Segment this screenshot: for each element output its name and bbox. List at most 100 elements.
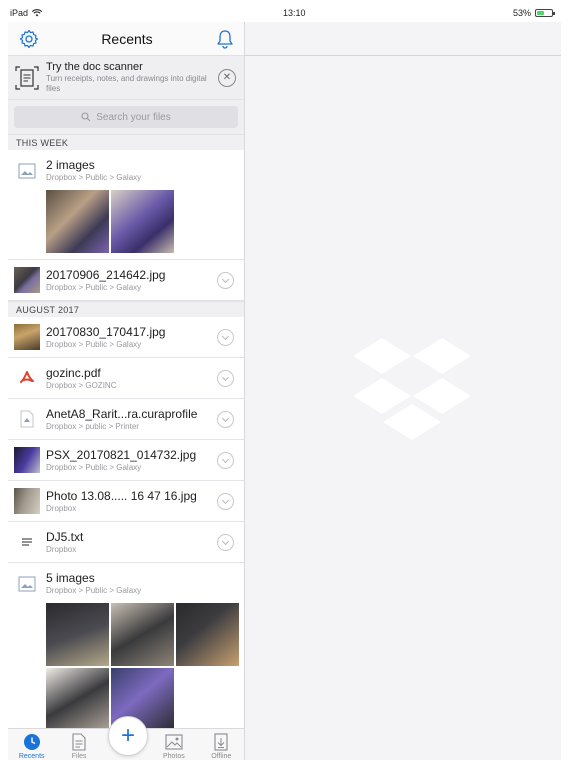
file-row[interactable]: 20170906_214642.jpg Dropbox > Public > Ga… [8, 260, 244, 301]
device-label: iPad [10, 8, 29, 18]
gallery-photo[interactable] [46, 190, 109, 253]
doc-scanner-promo[interactable]: Try the doc scanner Turn receipts, notes… [8, 56, 244, 100]
file-path: Dropbox > Public > Galaxy [46, 463, 142, 472]
recent-files-list: THIS WEEK 2 images Dropbox > Public > Gala… [8, 134, 244, 738]
battery-icon [535, 9, 555, 17]
generic-file-icon [14, 406, 40, 432]
photo-thumbnail [14, 447, 40, 473]
tab-label: Files [71, 753, 87, 760]
status-time: 13:10 [283, 8, 306, 18]
photo-gallery [14, 184, 244, 253]
file-name: AnetA8_Rarit...ra.curaprofile [46, 407, 198, 421]
photo-thumbnail [14, 488, 40, 514]
dropbox-logo-icon [353, 338, 471, 440]
gallery-photo[interactable] [46, 668, 109, 731]
search-placeholder: Search your files [96, 111, 171, 123]
text-file-icon [14, 529, 40, 555]
file-path: Dropbox > Public > Galaxy [46, 283, 142, 292]
gallery-photo[interactable] [111, 603, 174, 666]
file-name: 20170906_214642.jpg [46, 268, 166, 282]
tab-recents[interactable]: Recents [12, 733, 52, 760]
notifications-button[interactable] [214, 28, 236, 50]
image-group-icon [14, 158, 40, 184]
detail-pane [245, 22, 561, 760]
tab-files[interactable]: Files [59, 733, 99, 760]
recents-pane: Recents Try the doc scanner Turn receipt… [8, 22, 245, 760]
tab-bar: Recents Files Photos Offline + [8, 716, 244, 760]
file-row[interactable]: gozinc.pdf Dropbox > GOZINC [8, 358, 244, 399]
file-info: AnetA8_Rarit...ra.curaprofile Dropbox > p… [46, 407, 217, 431]
more-options-button[interactable] [217, 328, 234, 346]
photo-thumbnail [14, 324, 40, 350]
files-icon [70, 733, 88, 751]
detail-divider [245, 55, 561, 56]
file-name: Photo 13.08..... 16 47 16.jpg [46, 489, 197, 503]
file-row[interactable]: DJ5.txt Dropbox [8, 522, 244, 563]
gallery-photo[interactable] [176, 603, 239, 666]
search-container: Search your files [8, 100, 244, 134]
photo-thumbnail [14, 267, 40, 293]
nav-bar: Recents [8, 22, 244, 56]
file-row[interactable]: Photo 13.08..... 16 47 16.jpg Dropbox [8, 481, 244, 522]
file-info: 20170906_214642.jpg Dropbox > Public > Ga… [46, 268, 217, 292]
tab-photos[interactable]: Photos [154, 733, 194, 760]
image-group-icon [14, 571, 40, 597]
file-info: DJ5.txt Dropbox [46, 530, 217, 554]
more-options-button[interactable] [217, 369, 234, 387]
photos-icon [165, 733, 183, 751]
file-info: gozinc.pdf Dropbox > GOZINC [46, 366, 217, 390]
gallery-photo[interactable] [46, 603, 109, 666]
settings-button[interactable] [18, 28, 40, 50]
more-options-button[interactable] [217, 271, 234, 289]
promo-text: Try the doc scanner Turn receipts, notes… [46, 61, 218, 94]
file-name: gozinc.pdf [46, 366, 101, 380]
status-bar: iPad 13:10 53% [0, 0, 569, 22]
file-name: 5 images [46, 571, 95, 585]
file-info: 20170830_170417.jpg Dropbox > Public > Ga… [46, 325, 217, 349]
plus-icon: + [120, 722, 135, 749]
more-options-button[interactable] [217, 410, 234, 428]
close-icon: ✕ [222, 72, 232, 83]
search-icon [81, 112, 91, 122]
clock-icon [23, 733, 41, 751]
file-row[interactable]: 5 images Dropbox > Public > Galaxy [8, 563, 244, 738]
gallery-photo[interactable] [111, 190, 174, 253]
file-path: Dropbox > Public > Galaxy [46, 340, 142, 349]
tab-label: Photos [162, 753, 185, 760]
page-title: Recents [101, 30, 153, 47]
more-options-button[interactable] [217, 533, 234, 551]
file-path: Dropbox > Public > Galaxy [46, 586, 142, 595]
section-header: THIS WEEK [8, 134, 244, 150]
file-path: Dropbox > Public > Galaxy [46, 173, 142, 182]
search-input[interactable]: Search your files [14, 106, 238, 128]
battery-percent: 53% [512, 8, 531, 18]
file-name: 20170830_170417.jpg [46, 325, 166, 339]
promo-subtitle: Turn receipts, notes, and drawings into … [46, 74, 207, 93]
bell-icon [217, 29, 233, 49]
file-row[interactable]: 20170830_170417.jpg Dropbox > Public > Ga… [8, 317, 244, 358]
close-promo-button[interactable]: ✕ [218, 68, 236, 87]
file-path: Dropbox [46, 504, 77, 513]
status-right: 53% [512, 8, 555, 18]
file-name: PSX_20170821_014732.jpg [46, 448, 197, 462]
add-button[interactable]: + [108, 716, 148, 756]
doc-scanner-icon [14, 65, 40, 91]
photo-gallery [14, 597, 244, 731]
pdf-icon [14, 365, 40, 391]
more-options-button[interactable] [217, 451, 234, 469]
file-row[interactable]: PSX_20170821_014732.jpg Dropbox > Public … [8, 440, 244, 481]
section-header: AUGUST 2017 [8, 301, 244, 317]
file-path: Dropbox > public > Printer [46, 422, 139, 431]
file-name: DJ5.txt [46, 530, 84, 544]
tab-offline[interactable]: Offline [201, 733, 241, 760]
file-info: 2 images Dropbox > Public > Galaxy [46, 158, 244, 182]
file-info: Photo 13.08..... 16 47 16.jpg Dropbox [46, 489, 217, 513]
file-row[interactable]: AnetA8_Rarit...ra.curaprofile Dropbox > p… [8, 399, 244, 440]
wifi-icon [32, 9, 43, 17]
file-name: 2 images [46, 158, 95, 172]
tab-label: Recents [18, 753, 45, 760]
gear-icon [19, 29, 39, 48]
file-row[interactable]: 2 images Dropbox > Public > Galaxy [8, 150, 244, 260]
more-options-button[interactable] [217, 492, 234, 510]
file-info: 5 images Dropbox > Public > Galaxy [46, 571, 244, 595]
